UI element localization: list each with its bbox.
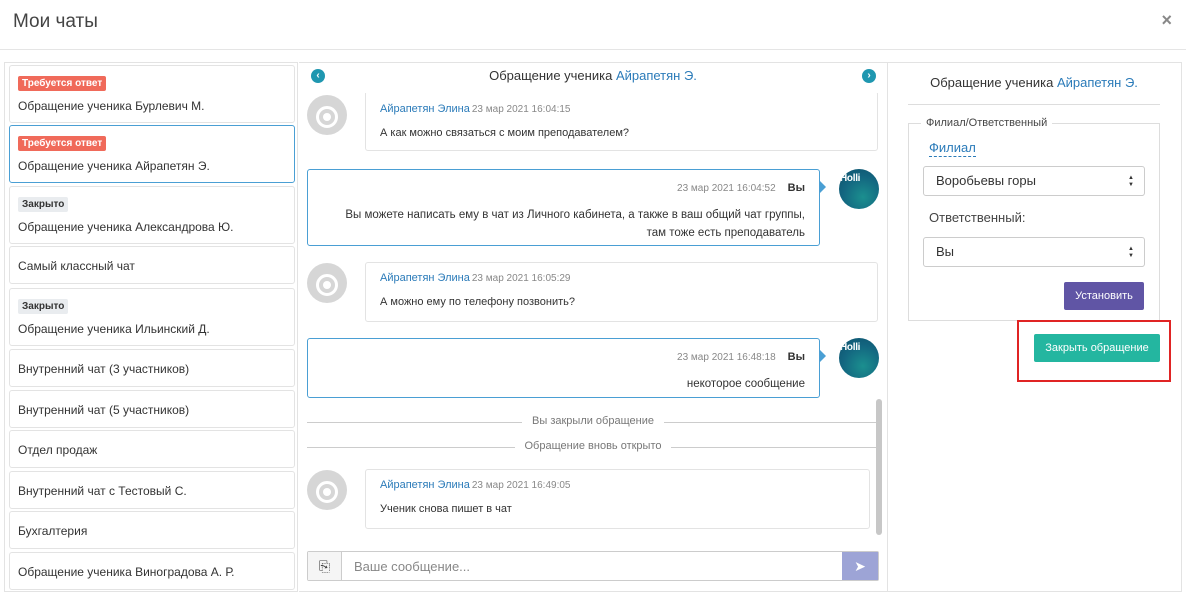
student-avatar xyxy=(307,470,347,510)
message-author: Вы xyxy=(787,351,805,363)
chat-item-ilinsky[interactable]: Закрыто Обращение ученика Ильинский Д. xyxy=(9,288,295,346)
message-author: Вы xyxy=(787,182,805,194)
message-text: А как можно связаться с моим преподавате… xyxy=(380,127,630,139)
chat-item-label: Отдел продаж xyxy=(18,443,98,457)
student-avatar xyxy=(307,263,347,303)
avatar: Holli xyxy=(839,338,879,378)
chat-item-internal-5[interactable]: Внутренний чат (5 участников) xyxy=(9,390,295,428)
branch-select[interactable]: Воробьевы горы ▲▼ xyxy=(923,166,1145,196)
chat-item-label: Обращение ученика Ильинский Д. xyxy=(18,322,210,336)
status-badge: Закрыто xyxy=(18,197,69,212)
message-author: Айрапетян Элина xyxy=(380,479,470,491)
message-input[interactable] xyxy=(342,552,844,580)
conversation-student-link[interactable]: Айрапетян Э. xyxy=(616,68,697,83)
outgoing-message: 23 мар 2021 16:48:18 Вы некоторое сообщен… xyxy=(307,338,820,398)
chat-item-label: Обращение ученика Бурлевич М. xyxy=(18,99,205,113)
chat-item-label: Внутренний чат с Тестовый С. xyxy=(18,484,187,498)
student-avatar xyxy=(307,95,347,135)
chat-item-internal-3[interactable]: Внутренний чат (3 участников) xyxy=(9,349,295,387)
system-message: Вы закрыли обращение xyxy=(307,415,879,429)
paperclip-icon[interactable]: ⎘ xyxy=(308,552,342,580)
status-badge: Требуется ответ xyxy=(18,136,107,151)
details-title: Обращение ученика Айрапетян Э. xyxy=(908,75,1160,105)
outgoing-message: 23 мар 2021 16:04:52 Вы Вы можете написат… xyxy=(307,169,820,246)
chat-item-label: Самый классный чат xyxy=(18,259,135,273)
send-icon[interactable]: ➤ xyxy=(842,552,878,580)
incoming-message: Айрапетян Элина 23 мар 2021 16:05:29 А мо… xyxy=(365,262,878,322)
close-icon[interactable]: × xyxy=(1161,10,1172,31)
incoming-message: Айрапетян Элина 23 мар 2021 16:49:05 Учен… xyxy=(365,469,870,529)
avatar: Holli xyxy=(839,169,879,209)
message-time: 23 мар 2021 16:48:18 xyxy=(677,352,776,363)
chevron-right-icon[interactable]: › xyxy=(862,69,876,83)
chat-list: Требуется ответ Обращение ученика Бурлев… xyxy=(4,62,298,592)
branch-link[interactable]: Филиал xyxy=(929,140,976,157)
branch-responsible-fieldset: Филиал/Ответственный Филиал Воробьевы го… xyxy=(908,117,1160,321)
chat-item-vinogradova[interactable]: Обращение ученика Виноградова А. Р. xyxy=(9,552,295,590)
chat-item-accounting[interactable]: Бухгалтерия xyxy=(9,511,295,549)
message-time: 23 мар 2021 16:04:15 xyxy=(471,104,571,115)
message-time: 23 мар 2021 16:05:29 xyxy=(471,273,571,284)
modal-title: Мои чаты xyxy=(13,11,98,32)
chat-item-label: Внутренний чат (3 участников) xyxy=(18,362,190,376)
bubble-pointer xyxy=(820,181,826,193)
select-caret-icon: ▲▼ xyxy=(1128,175,1134,188)
message-time: 23 мар 2021 16:04:52 xyxy=(677,183,776,194)
chat-item-label: Внутренний чат (5 участников) xyxy=(18,403,190,417)
message-text: некоторое сообщение xyxy=(686,378,805,390)
fieldset-legend: Филиал/Ответственный xyxy=(921,117,1053,129)
responsible-select[interactable]: Вы ▲▼ xyxy=(923,237,1145,267)
message-time: 23 мар 2021 16:49:05 xyxy=(471,480,571,491)
message-text: Вы можете написать ему в чат из Личного … xyxy=(345,209,805,239)
details-student-link[interactable]: Айрапетян Э. xyxy=(1057,75,1138,90)
close-request-button[interactable]: Закрыть обращение xyxy=(1034,334,1160,362)
chat-item-sales[interactable]: Отдел продаж xyxy=(9,430,295,468)
responsible-label: Ответственный: xyxy=(929,210,1026,225)
modal-header: Мои чаты × xyxy=(0,0,1186,50)
scrollbar[interactable] xyxy=(876,399,882,535)
conversation-panel: Обращение ученика Айрапетян Э. ‹ › Айрап… xyxy=(299,62,887,592)
status-badge: Требуется ответ xyxy=(18,76,107,91)
bubble-pointer xyxy=(820,350,826,362)
status-badge: Закрыто xyxy=(18,299,69,314)
chat-item-label: Обращение ученика Александрова Ю. xyxy=(18,220,234,234)
incoming-message: Айрапетян Элина 23 мар 2021 16:04:15 А ка… xyxy=(365,93,878,151)
system-message: Обращение вновь открыто xyxy=(307,440,879,454)
chat-item-label: Обращение ученика Айрапетян Э. xyxy=(18,159,210,173)
conversation-title: Обращение ученика Айрапетян Э. xyxy=(489,68,697,83)
chevron-left-icon[interactable]: ‹ xyxy=(311,69,325,83)
chat-item-alexandrova[interactable]: Закрыто Обращение ученика Александрова Ю… xyxy=(9,186,295,244)
message-text: Ученик снова пишет в чат xyxy=(380,503,512,515)
chat-item-label: Бухгалтерия xyxy=(18,524,88,538)
select-caret-icon: ▲▼ xyxy=(1128,246,1134,259)
chat-item-internal-testovy[interactable]: Внутренний чат с Тестовый С. xyxy=(9,471,295,509)
chat-item-coolest-chat[interactable]: Самый классный чат xyxy=(9,246,295,284)
chat-item-airapetyan[interactable]: Требуется ответ Обращение ученика Айрапе… xyxy=(9,125,295,183)
message-composer: ⎘ ➤ xyxy=(307,551,879,581)
my-chats-modal: Мои чаты × Требуется ответ Обращение уче… xyxy=(0,0,1186,598)
message-text: А можно ему по телефону позвонить? xyxy=(380,296,575,308)
chat-item-burlevich[interactable]: Требуется ответ Обращение ученика Бурлев… xyxy=(9,65,295,123)
message-author: Айрапетян Элина xyxy=(380,103,470,115)
message-list: Айрапетян Элина 23 мар 2021 16:04:15 А ка… xyxy=(299,93,887,573)
conversation-header: Обращение ученика Айрапетян Э. ‹ › xyxy=(299,63,887,91)
message-author: Айрапетян Элина xyxy=(380,272,470,284)
set-button[interactable]: Установить xyxy=(1064,282,1144,310)
chat-item-label: Обращение ученика Виноградова А. Р. xyxy=(18,565,235,579)
